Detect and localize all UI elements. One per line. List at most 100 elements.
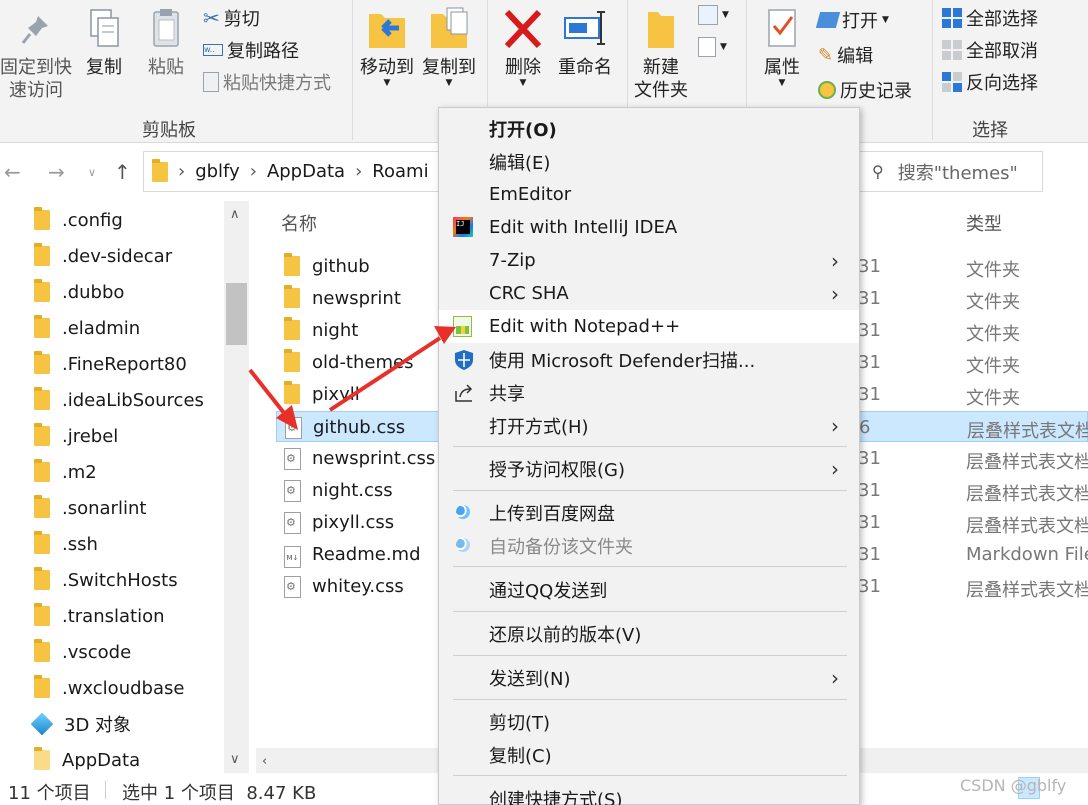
nav-item[interactable]: .dubbo [34,277,124,307]
nav-item[interactable]: .eladmin [34,313,140,343]
chevron-down-icon: ▼ [722,10,729,20]
chevron-down-icon: ▼ [445,78,453,88]
back-arrow-icon[interactable]: ← [4,160,21,184]
breadcrumb-appdata[interactable]: AppData [267,161,345,182]
menu-item-label: 剪切(T) [489,712,551,734]
menu-item-intellij[interactable]: IJ Edit with IntelliJ IDEA [439,211,859,244]
menu-item-open-with[interactable]: 打开方式(H) › [439,409,859,442]
chevron-down-icon[interactable]: ∨ [88,166,96,179]
nav-item-label: .dev-sidecar [62,245,173,267]
nav-item[interactable]: .vscode [34,637,131,667]
copy-button[interactable]: 复制 [82,6,126,79]
nav-item[interactable]: .translation [34,601,165,631]
nav-item-label: AppData [62,749,141,771]
new-folder-button[interactable]: 新建 文件夹 [630,6,692,102]
folder-icon [34,423,50,446]
nav-item[interactable]: 3D 对象 [30,709,131,739]
file-name: old-themes [312,352,414,373]
up-arrow-icon[interactable]: ↑ [114,160,131,184]
new-item-icon [698,5,718,25]
search-input[interactable]: ⚲ 搜索"themes" [860,151,1043,192]
nav-item[interactable]: AppData [34,745,140,775]
nav-item[interactable]: .wxcloudbase [34,673,184,703]
menu-item-emeditor[interactable]: EmEditor [439,178,859,211]
select-none-button[interactable]: 全部取消 [942,37,1038,63]
menu-item-crc-sha[interactable]: CRC SHA › [439,277,859,310]
rename-button[interactable]: 重命名 [556,6,614,79]
nav-item[interactable]: .m2 [34,457,97,487]
easy-access-button[interactable]: ▼ [698,37,727,57]
cut-button[interactable]: ✂ 剪切 [203,5,260,31]
nav-item[interactable]: .ideaLibSources [34,385,204,415]
nav-item[interactable]: .dev-sidecar [34,241,172,271]
copy-to-button[interactable]: 复制到 ▼ [420,6,478,88]
folder-icon [34,207,50,230]
open-button[interactable]: 打开 ▼ [815,7,889,33]
column-header-name[interactable]: 名称 [281,210,317,236]
file-type: 文件夹 [966,324,1020,345]
select-all-button[interactable]: 全部选择 [942,5,1038,31]
folder-icon [34,459,50,482]
folder-icon [284,317,300,345]
file-name: Readme.md [312,544,421,565]
folder-icon [34,315,50,338]
pin-quick-access-button[interactable]: 固定到快 速访问 [0,12,72,102]
file-date: 31 [858,512,881,533]
menu-item-send-to[interactable]: 发送到(N) › [439,661,859,694]
file-type: 文件夹 [966,356,1020,377]
nav-item[interactable]: .jrebel [34,421,118,451]
menu-item-create-shortcut[interactable]: 创建快捷方式(S) [439,782,859,805]
nav-item-label: .translation [62,605,165,627]
menu-item-7zip[interactable]: 7-Zip › [439,244,859,277]
nav-item[interactable]: .FineReport80 [34,349,187,379]
menu-item-open[interactable]: 打开(O) [439,112,859,145]
history-button[interactable]: 历史记录 [818,77,912,103]
breadcrumb-gblfy[interactable]: gblfy [195,161,240,182]
paste-shortcut-button[interactable]: 粘贴快捷方式 [203,69,331,95]
folder-icon [34,747,50,770]
scroll-down-icon[interactable]: ∨ [230,752,240,767]
breadcrumb-roaming[interactable]: Roami [372,161,428,182]
forward-arrow-icon[interactable]: → [48,160,65,184]
chevron-right-icon: › [831,665,839,690]
menu-item-cut[interactable]: 剪切(T) [439,705,859,738]
delete-button[interactable]: 删除 ▼ [498,6,548,88]
menu-separator [453,775,847,776]
folder-icon [34,675,50,698]
menu-item-send-qq[interactable]: 通过QQ发送到 [439,573,859,606]
menu-item-notepadpp[interactable]: Edit with Notepad++ [439,310,859,343]
pin-label-2: 速访问 [9,80,63,101]
nav-item[interactable]: .SwitchHosts [34,565,178,595]
nav-item[interactable]: .sonarlint [34,493,146,523]
scroll-up-icon[interactable]: ∧ [230,207,240,222]
nav-item[interactable]: .ssh [34,529,98,559]
search-icon: ⚲ [872,162,884,181]
chevron-right-icon: › [355,161,363,182]
move-to-button[interactable]: 移动到 ▼ [358,6,416,88]
css-file-icon [284,480,301,507]
chevron-down-icon: ▼ [519,78,527,88]
edit-button[interactable]: ✎ 编辑 [818,42,873,68]
folder-icon [152,158,168,182]
file-date: 31 [858,384,881,405]
copy-path-button[interactable]: w.. 复制路径 [203,37,299,63]
nav-scrollbar-thumb[interactable] [226,283,247,345]
scroll-left-icon[interactable]: ‹ [262,754,267,769]
menu-item-baidu-upload[interactable]: 上传到百度网盘 [439,496,859,529]
invert-selection-button[interactable]: 反向选择 [942,69,1038,95]
column-header-type[interactable]: 类型 [966,210,1002,236]
menu-item-grant-access[interactable]: 授予访问权限(G) › [439,452,859,485]
address-bar[interactable]: › gblfy › AppData › Roami [143,151,440,192]
menu-item-restore-versions[interactable]: 还原以前的版本(V) [439,617,859,650]
menu-item-edit[interactable]: 编辑(E) [439,145,859,178]
paste-button[interactable]: 粘贴 [144,6,188,79]
css-file-icon [284,448,301,475]
menu-separator [453,566,847,567]
menu-item-copy[interactable]: 复制(C) [439,738,859,771]
folder-icon [34,531,50,554]
nav-item[interactable]: .config [34,205,123,235]
properties-button[interactable]: 属性 ▼ [756,6,808,88]
menu-item-share[interactable]: 共享 [439,376,859,409]
new-item-button[interactable]: ▼ [698,5,729,25]
menu-item-defender-scan[interactable]: 使用 Microsoft Defender扫描... [439,343,859,376]
